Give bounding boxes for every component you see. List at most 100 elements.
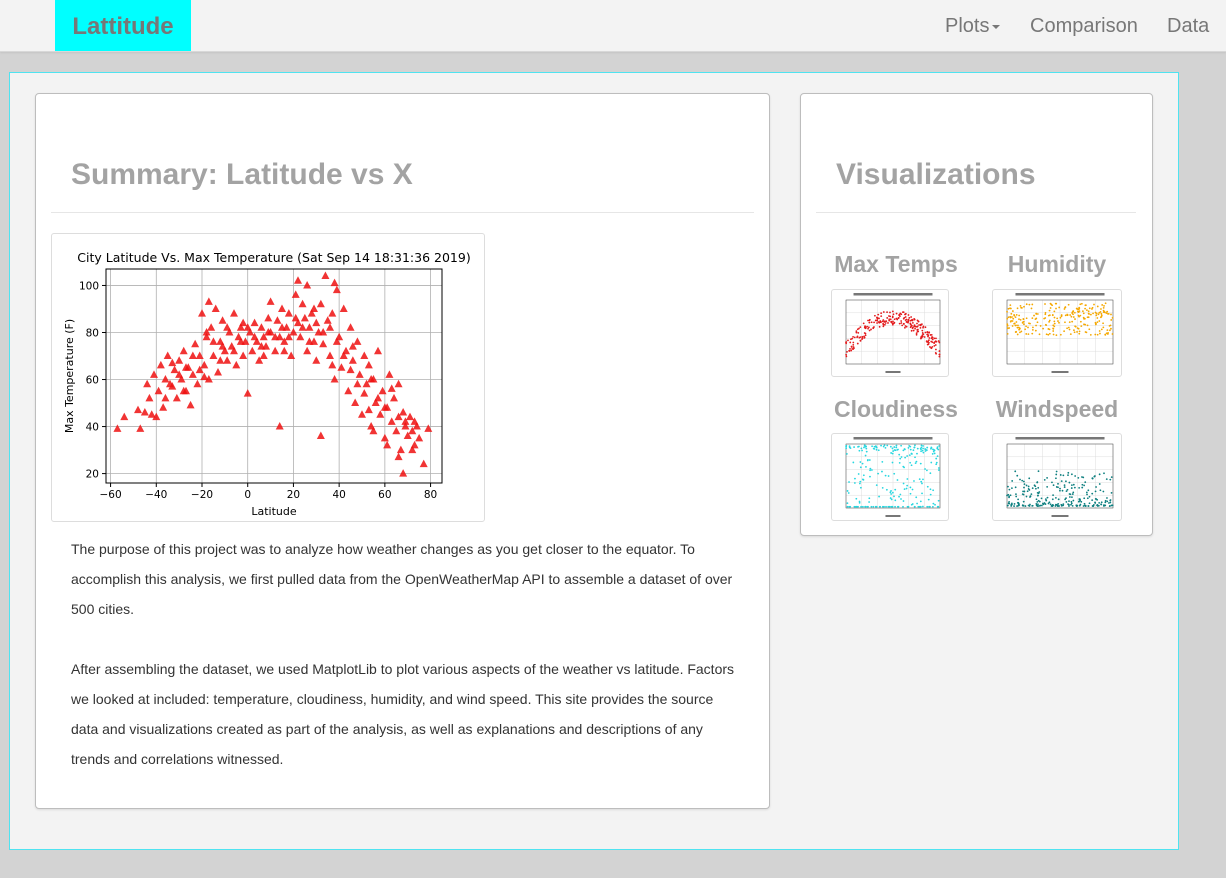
data-point [172, 393, 181, 402]
thumb-point [855, 497, 858, 500]
thumb-link-max-temps[interactable] [831, 289, 949, 377]
thumb-point [1023, 323, 1025, 326]
thumb-point [881, 320, 884, 323]
thumb-point [1065, 497, 1067, 500]
thumb-point [1106, 329, 1109, 332]
thumb-point [1061, 489, 1064, 492]
thumb-point [1006, 317, 1009, 320]
thumb-point [1083, 318, 1085, 320]
thumb-point [1046, 496, 1049, 499]
thumb-point [1022, 318, 1025, 321]
nav-plots-dropdown[interactable]: Plots [945, 0, 1001, 51]
nav-comparison-link[interactable]: Comparison [1030, 0, 1138, 51]
thumb-point [929, 493, 932, 496]
thumb-point [896, 448, 899, 451]
data-point [239, 318, 248, 327]
thumb-point [1072, 491, 1075, 494]
thumb-point [1016, 326, 1019, 329]
thumb-point [1064, 314, 1067, 317]
thumb-point [1058, 321, 1060, 324]
thumb-point [921, 334, 924, 337]
thumb-point [1027, 485, 1030, 488]
thumb-point [887, 475, 890, 477]
data-point [140, 407, 149, 416]
thumb-point [1111, 504, 1114, 507]
thumb-point [868, 497, 871, 500]
thumb-point [891, 322, 894, 325]
thumb-point [1018, 327, 1021, 330]
thumb-point [1025, 317, 1028, 320]
thumb-point [1054, 302, 1057, 305]
thumb-point [919, 337, 922, 340]
data-point [266, 297, 275, 305]
thumb-point [921, 492, 923, 495]
thumb-point [1080, 500, 1083, 503]
thumb-point [1060, 315, 1063, 318]
thumb-point [1042, 327, 1045, 330]
thumb-point [1109, 324, 1112, 327]
thumb-point [1035, 324, 1037, 327]
thumb-point [1049, 302, 1052, 305]
data-point [353, 379, 362, 388]
thumb-point [915, 496, 918, 499]
data-point [312, 356, 321, 364]
thumb-point [920, 480, 923, 483]
thumb-point [919, 500, 922, 503]
thumb-point [926, 469, 928, 472]
thumb-point [857, 473, 860, 475]
thumb-point [876, 318, 879, 320]
thumb-point [936, 505, 939, 508]
thumb-point [869, 469, 871, 472]
thumb-point [1060, 503, 1063, 506]
thumb-point [1022, 500, 1025, 503]
data-point [145, 393, 154, 402]
thumb-point [1025, 495, 1028, 498]
thumb-point [923, 336, 926, 338]
thumb-point [870, 505, 873, 508]
thumb-point [861, 478, 864, 481]
thumb-point [934, 344, 937, 346]
thumb-point [938, 350, 941, 352]
thumb-point [1083, 497, 1086, 500]
thumb-point [1106, 333, 1109, 335]
thumb-point [910, 452, 913, 455]
thumb-title-cloudiness: Cloudiness [834, 396, 958, 422]
thumb-point [1110, 491, 1113, 494]
thumb-point [886, 317, 889, 319]
thumb-link-windspeed[interactable] [992, 433, 1122, 521]
thumb-point [920, 450, 922, 453]
thumb-point [899, 493, 902, 496]
thumb-point [1100, 308, 1102, 310]
thumb-point [1070, 484, 1073, 487]
thumb-point [1064, 321, 1066, 324]
thumb-point [1080, 302, 1083, 305]
thumb-point [868, 321, 871, 324]
thumb-point [932, 489, 935, 492]
thumb-point [899, 457, 902, 460]
thumb-link-humidity[interactable] [992, 289, 1122, 377]
thumb-point [903, 326, 906, 329]
thumb-point [847, 492, 850, 494]
data-point [303, 280, 312, 289]
thumb-point [1053, 310, 1056, 313]
thumb-point [1103, 310, 1106, 313]
thumb-point [912, 326, 914, 329]
thumb-point [853, 336, 856, 339]
thumb-point [1074, 325, 1077, 328]
thumb-point [1055, 307, 1057, 310]
thumb-link-cloudiness[interactable] [831, 433, 949, 521]
thumb-point [924, 326, 927, 329]
thumb-point [1098, 330, 1101, 332]
thumb-point [1052, 494, 1054, 497]
brand-link[interactable]: Lattitude [55, 0, 191, 51]
thumb-point [1009, 304, 1012, 307]
thumb-point [1067, 326, 1070, 329]
nav-data-link[interactable]: Data [1167, 0, 1209, 51]
thumb-point [936, 455, 939, 458]
thumb-point [890, 493, 893, 495]
thumb-point [1023, 305, 1025, 308]
thumb-point [883, 505, 885, 508]
thumb-point [1019, 478, 1021, 481]
thumb-title-humidity: Humidity [1007, 251, 1107, 277]
thumb-point [1015, 331, 1017, 334]
